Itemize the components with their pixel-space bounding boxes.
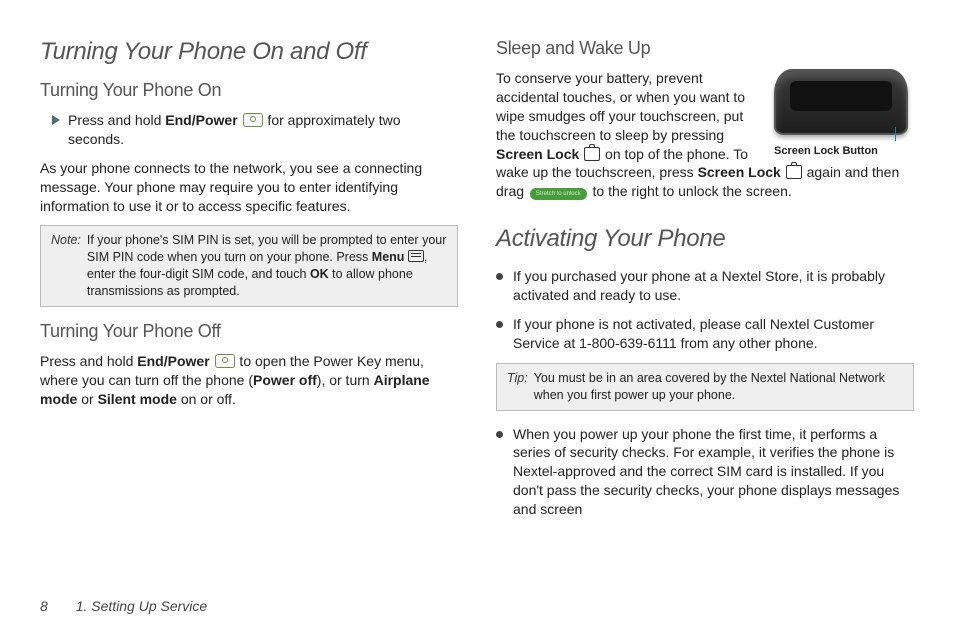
- lock-icon: [584, 147, 600, 161]
- text: Press and hold: [40, 353, 137, 369]
- text: To conserve your battery, prevent accide…: [496, 70, 745, 143]
- power-off-label: Power off: [253, 372, 317, 388]
- tip-coverage: Tip: You must be in an area covered by t…: [496, 363, 914, 411]
- page-content: Turning Your Phone On and Off Turning Yo…: [0, 0, 954, 549]
- menu-label: Menu: [372, 250, 405, 264]
- text: ), or turn: [317, 372, 374, 388]
- heading-activating: Activating Your Phone: [496, 225, 914, 253]
- heading-turning-on: Turning Your Phone On: [40, 80, 458, 101]
- tip-label: Tip:: [507, 370, 528, 404]
- text: If you purchased your phone at a Nextel …: [513, 267, 914, 305]
- end-power-label: End/Power: [137, 353, 209, 369]
- lock-icon: [786, 165, 802, 179]
- ok-label: OK: [310, 267, 329, 281]
- text: When you power up your phone the first t…: [513, 425, 914, 519]
- bullet-press-hold-on: Press and hold End/Power for approximate…: [52, 111, 458, 149]
- dot-bullet-icon: [496, 273, 503, 280]
- note-sim-pin: Note: If your phone's SIM PIN is set, yo…: [40, 225, 458, 307]
- bullet-not-activated: If your phone is not activated, please c…: [496, 315, 914, 353]
- left-column: Turning Your Phone On and Off Turning Yo…: [40, 38, 458, 529]
- section-title: 1. Setting Up Service: [76, 598, 208, 614]
- end-power-label: End/Power: [165, 112, 237, 128]
- heading-sleep-wake: Sleep and Wake Up: [496, 38, 914, 59]
- dot-bullet-icon: [496, 321, 503, 328]
- phone-illustration: Screen Lock Button: [774, 69, 914, 158]
- unlock-pill-icon: Stretch to unlock: [530, 188, 587, 200]
- note-body: If your phone's SIM PIN is set, you will…: [87, 232, 447, 300]
- connecting-paragraph: As your phone connects to the network, y…: [40, 159, 458, 216]
- tip-body: You must be in an area covered by the Ne…: [534, 370, 903, 404]
- screen-lock-label: Screen Lock: [698, 164, 781, 180]
- heading-on-off: Turning Your Phone On and Off: [40, 38, 458, 66]
- text: Press and hold: [68, 112, 165, 128]
- end-power-icon: [215, 354, 235, 368]
- phone-shape-icon: [774, 69, 908, 135]
- note-label: Note:: [51, 232, 81, 300]
- text: to the right to unlock the screen.: [589, 183, 792, 199]
- text: on or off.: [177, 391, 236, 407]
- end-power-icon: [243, 113, 263, 127]
- bullet-activated: If you purchased your phone at a Nextel …: [496, 267, 914, 305]
- page-footer: 8 1. Setting Up Service: [40, 598, 207, 614]
- silent-mode-label: Silent mode: [98, 391, 177, 407]
- pointer-line-icon: [895, 127, 897, 141]
- menu-icon: [408, 250, 424, 262]
- triangle-bullet-icon: [52, 115, 60, 125]
- screen-lock-label: Screen Lock: [496, 146, 579, 162]
- dot-bullet-icon: [496, 431, 503, 438]
- bullet-security-checks: When you power up your phone the first t…: [496, 425, 914, 519]
- sleep-wake-block: Screen Lock Button To conserve your batt…: [496, 69, 914, 211]
- text: or: [77, 391, 97, 407]
- heading-turning-off: Turning Your Phone Off: [40, 321, 458, 342]
- text: If your phone is not activated, please c…: [513, 315, 914, 353]
- right-column: Sleep and Wake Up Screen Lock Button To …: [496, 38, 914, 529]
- phone-caption: Screen Lock Button: [774, 145, 914, 158]
- page-number: 8: [40, 598, 48, 614]
- turning-off-paragraph: Press and hold End/Power to open the Pow…: [40, 352, 458, 409]
